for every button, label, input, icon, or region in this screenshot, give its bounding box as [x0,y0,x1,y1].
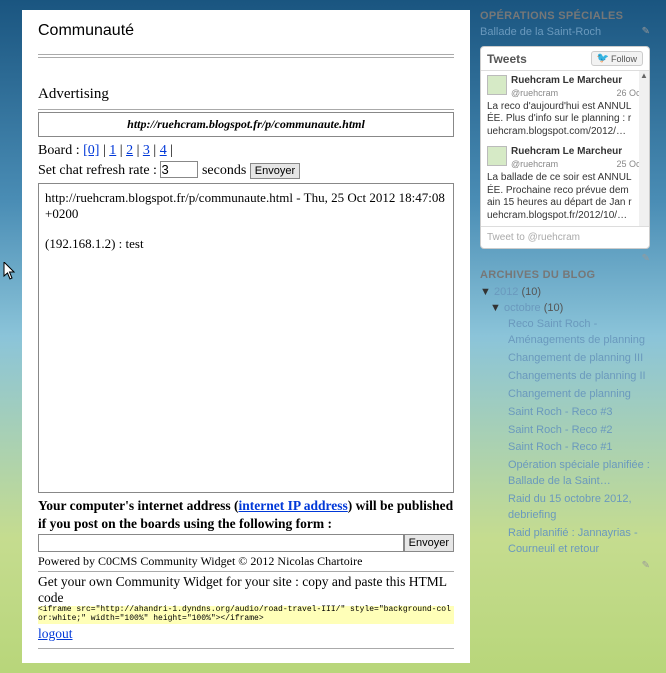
ops-link[interactable]: Ballade de la Saint-Roch [480,26,601,38]
board-link-1[interactable]: 1 [109,143,116,158]
archive-post[interactable]: Changement de planning III [508,351,650,367]
chat-line: http://ruehcram.blogspot.fr/p/communaute… [45,190,447,222]
logout-link[interactable]: logout [38,626,73,642]
tweets-widget: Tweets 🐦Follow ▲ Ruehcram Le Marcheur 26… [480,46,650,249]
main-content: Communauté Advertising http://ruehcram.b… [22,10,470,663]
tweets-header: Tweets 🐦Follow [481,47,649,71]
ops-title: OPÉRATIONS SPÉCIALES [480,10,650,22]
ip-address-link[interactable]: internet IP address [239,498,348,513]
archive-post[interactable]: Changements de planning II [508,369,650,385]
follow-button[interactable]: 🐦Follow [591,51,643,66]
divider [38,571,454,572]
board-label: Board : [38,143,80,158]
tweet-to[interactable]: Tweet to @ruehcram [481,226,649,248]
tweets-scrollbar[interactable]: ▲ [639,71,649,226]
board-link-2[interactable]: 2 [126,143,133,158]
refresh-input[interactable] [160,161,198,178]
tweets-body: ▲ Ruehcram Le Marcheur 26 Oct @ruehcram … [481,71,649,226]
iframe-code: <iframe src="http://ahandri-1.dyndns.org… [38,606,454,624]
advertising-label: Advertising [38,86,454,103]
tweet-name[interactable]: Ruehcram Le Marcheur [511,75,622,86]
edit-icon[interactable]: ✎ [642,26,650,37]
refresh-line: Set chat refresh rate : seconds Envoyer [38,161,454,179]
archives-title: ARCHIVES DU BLOG [480,269,650,281]
archive-post[interactable]: Raid planifié : Jannayrias - Courneuil e… [508,526,650,558]
tweet-text: La reco d'aujourd'hui est ANNULÉE. Plus … [487,101,643,139]
divider [38,109,454,110]
archive-post[interactable]: Saint Roch - Reco #3 [508,405,650,421]
archives-section: ARCHIVES DU BLOG ▼ 2012 (10) ▼ octobre (… [480,269,650,558]
refresh-unit: seconds [202,163,246,178]
board-link-3[interactable]: 3 [143,143,150,158]
archive-post[interactable]: Opération spéciale planifiée : Ballade d… [508,458,650,490]
message-send-row: Envoyer [38,534,454,552]
month-toggle[interactable]: ▼ [490,302,504,314]
powered-by: Powered by C0CMS Community Widget © 2012… [38,554,454,569]
avatar [487,75,507,95]
ops-section: OPÉRATIONS SPÉCIALES Ballade de la Saint… [480,10,650,38]
board-link-0[interactable]: [0] [83,143,99,158]
tweets-title: Tweets [487,52,527,66]
refresh-send-button[interactable]: Envoyer [250,163,300,179]
year-count: (10) [522,286,542,298]
twitter-bird-icon: 🐦 [597,53,609,64]
chat-box: http://ruehcram.blogspot.fr/p/communaute… [38,183,454,493]
archive-post[interactable]: Changement de planning [508,387,650,403]
refresh-label: Set chat refresh rate : [38,163,157,178]
divider [38,54,454,55]
archive-post[interactable]: Saint Roch - Reco #1 [508,440,650,456]
page-title: Communauté [38,22,454,40]
tweet-text: La ballade de ce soir est ANNULÉE. Proch… [487,172,643,222]
sidebar: OPÉRATIONS SPÉCIALES Ballade de la Saint… [480,10,650,663]
chat-line: (192.168.1.2) : test [45,236,447,252]
divider [38,648,454,649]
year-toggle[interactable]: ▼ [480,286,494,298]
tweet-item: Ruehcram Le Marcheur 25 Oct @ruehcram La… [481,142,649,226]
board-link-4[interactable]: 4 [160,143,167,158]
avatar [487,146,507,166]
board-line: Board : [0] | 1 | 2 | 3 | 4 | [38,143,454,159]
archive-year[interactable]: 2012 [494,286,518,298]
edit-icon[interactable]: ✎ [642,560,650,571]
edit-icon[interactable]: ✎ [642,253,650,264]
message-input[interactable] [38,534,404,552]
tweet-name[interactable]: Ruehcram Le Marcheur [511,146,622,157]
archive-list: ▼ 2012 (10) ▼ octobre (10) Reco Saint Ro… [480,285,650,558]
community-url: http://ruehcram.blogspot.fr/p/communaute… [38,112,454,137]
archive-post[interactable]: Saint Roch - Reco #2 [508,423,650,439]
scroll-up-icon[interactable]: ▲ [639,71,649,80]
message-send-button[interactable]: Envoyer [404,534,454,552]
archive-month[interactable]: octobre [504,302,541,314]
divider [38,57,454,58]
get-widget-text: Get your own Community Widget for your s… [38,574,454,606]
archive-post[interactable]: Reco Saint Roch - Aménagements de planni… [508,317,650,349]
ip-notice: Your computer's internet address (intern… [38,497,454,532]
archive-post[interactable]: Raid du 15 octobre 2012, debriefing [508,492,650,524]
month-count: (10) [544,302,564,314]
tweet-item: Ruehcram Le Marcheur 26 Oct @ruehcram La… [481,71,649,142]
